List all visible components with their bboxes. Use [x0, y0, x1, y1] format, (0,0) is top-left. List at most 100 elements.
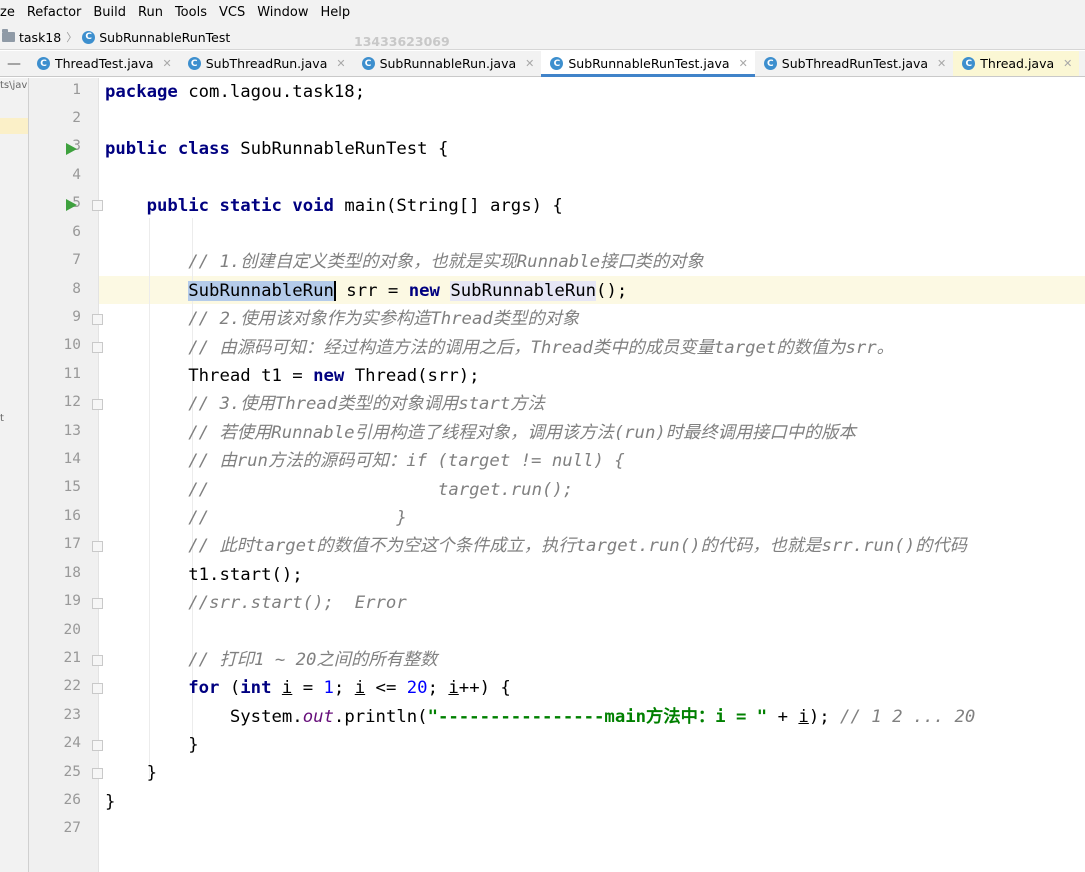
line-number: 2: [72, 110, 81, 126]
tab-subthreadruntest[interactable]: C SubThreadRunTest.java ✕: [755, 51, 953, 76]
code-line-23: System.out.println("----------------main…: [105, 703, 975, 731]
line-number: 14: [63, 451, 81, 467]
line-number: 24: [63, 735, 81, 751]
breadcrumb-folder-label: task18: [19, 29, 62, 45]
variable: i: [798, 707, 809, 727]
comment: // 打印1 ~ 20之间的所有整数: [188, 650, 438, 670]
menu-help[interactable]: Help: [320, 5, 356, 20]
code-text: srr =: [335, 281, 409, 301]
code-line-12: // 3.使用Thread类型的对象调用start方法: [105, 390, 545, 418]
line-number: 11: [63, 366, 81, 382]
tab-subthreadrun[interactable]: C SubThreadRun.java ✕: [179, 51, 353, 76]
comment: // target.run();: [188, 480, 574, 500]
line-number: 22: [63, 678, 81, 694]
java-class-icon: C: [763, 57, 777, 70]
tab-label: Thread.java: [980, 56, 1055, 71]
menu-window[interactable]: Window: [257, 5, 314, 20]
variable: i: [448, 678, 459, 698]
code-text: );: [808, 707, 841, 727]
line-number: 20: [63, 622, 81, 638]
code-text: Thread t1 =: [188, 366, 314, 386]
close-icon[interactable]: ✕: [336, 57, 345, 70]
variable: i: [281, 678, 293, 698]
line-number: 23: [63, 707, 81, 723]
keyword: package: [105, 82, 178, 102]
comment: // }: [188, 508, 407, 528]
code-text: SubRunnableRunTest {: [229, 139, 449, 159]
line-number: 16: [63, 508, 81, 524]
editor-tab-bar: — C ThreadTest.java ✕ C SubThreadRun.jav…: [0, 51, 1085, 77]
code-text: .println(: [333, 707, 428, 727]
line-number: 19: [63, 593, 81, 609]
close-icon[interactable]: ✕: [739, 57, 748, 70]
run-class-icon[interactable]: [66, 143, 77, 155]
breadcrumb-file[interactable]: C SubRunnableRunTest: [82, 30, 230, 45]
keyword: static: [219, 196, 282, 216]
code-text: }: [146, 763, 158, 783]
line-number: 15: [63, 479, 81, 495]
code-line-3: public class SubRunnableRunTest {: [105, 135, 448, 163]
code-line-25: }: [105, 759, 157, 787]
breadcrumb-separator: 〉: [66, 31, 78, 44]
code-text: ;: [427, 678, 449, 698]
code-text: ++) {: [458, 678, 511, 698]
code-line-9: // 2.使用该对象作为实参构造Thread类型的对象: [105, 305, 579, 333]
run-main-icon[interactable]: [66, 199, 77, 211]
tab-thread[interactable]: C Thread.java ✕: [953, 51, 1080, 76]
keyword: int: [240, 678, 272, 698]
menu-refactor[interactable]: Refactor: [27, 5, 88, 20]
line-number: 25: [63, 764, 81, 780]
selected-identifier: SubRunnableRun: [188, 281, 334, 301]
close-icon[interactable]: ✕: [163, 57, 172, 70]
menu-run[interactable]: Run: [138, 5, 169, 20]
code-line-22: for (int i = 1; i <= 20; i++) {: [105, 674, 511, 702]
code-text: t1.start();: [188, 565, 303, 585]
code-line-11: Thread t1 = new Thread(srr);: [105, 362, 479, 390]
java-class-icon: C: [37, 57, 50, 70]
menu-tools[interactable]: Tools: [175, 5, 213, 20]
tab-subrunnablerun[interactable]: C SubRunnableRun.java ✕: [353, 51, 542, 76]
line-number: 8: [72, 281, 81, 297]
menu-analyze[interactable]: ze: [0, 5, 21, 20]
tab-label: SubRunnableRunTest.java: [568, 56, 730, 71]
code-text: com.lagou.task18;: [177, 82, 366, 102]
tab-threadtest[interactable]: C ThreadTest.java ✕: [28, 51, 179, 76]
close-icon[interactable]: ✕: [525, 57, 534, 70]
java-class-icon: C: [187, 57, 201, 70]
line-number: 13: [63, 423, 81, 439]
line-number: 17: [63, 536, 81, 552]
editor-gutter: 1 2 3 4 5 6 7 8 9 10 11 12 13 14 15 16 1…: [29, 78, 123, 872]
code-line-14: // 由run方法的源码可知：if (target != null) {: [105, 447, 624, 475]
code-text: ();: [596, 281, 628, 301]
project-item-fragment: t: [0, 413, 4, 424]
keyword: class: [177, 139, 230, 159]
close-icon[interactable]: ✕: [1063, 57, 1072, 70]
code-editor[interactable]: package com.lagou.task18; public class S…: [99, 78, 1085, 872]
breadcrumb-file-label: SubRunnableRunTest: [99, 29, 231, 45]
code-line-18: t1.start();: [105, 561, 303, 589]
breadcrumb-folder[interactable]: task18: [0, 29, 62, 45]
tab-subrunnableruntest[interactable]: C SubRunnableRunTest.java ✕: [541, 51, 756, 77]
collapse-icon[interactable]: —: [0, 51, 28, 76]
line-number: 1: [72, 82, 81, 98]
java-class-icon: C: [361, 57, 375, 70]
code-text: =: [292, 678, 324, 698]
keyword: new: [313, 366, 345, 386]
menu-build[interactable]: Build: [93, 5, 132, 20]
menu-vcs[interactable]: VCS: [219, 5, 251, 20]
tab-label: SubRunnableRun.java: [379, 56, 517, 71]
line-number: 6: [72, 224, 81, 240]
comment: // 此时target的数值不为空这个条件成立，执行target.run()的代…: [188, 536, 967, 556]
project-panel-edge[interactable]: ts\jav t: [0, 78, 29, 872]
project-selected-row[interactable]: [0, 118, 28, 134]
code-text: }: [105, 792, 116, 812]
close-icon[interactable]: ✕: [937, 57, 946, 70]
code-line-17: // 此时target的数值不为空这个条件成立，执行target.run()的代…: [105, 532, 967, 560]
keyword: public: [146, 196, 210, 216]
breadcrumb: task18 〉 C SubRunnableRunTest: [0, 25, 1085, 50]
menu-bar: ze Refactor Build Run Tools VCS Window H…: [0, 0, 1085, 25]
line-number: 10: [63, 337, 81, 353]
line-number: 9: [72, 309, 81, 325]
code-line-19: //srr.start(); Error: [105, 589, 407, 617]
comment: // 由源码可知：经过构造方法的调用之后，Thread类中的成员变量target…: [188, 338, 894, 358]
